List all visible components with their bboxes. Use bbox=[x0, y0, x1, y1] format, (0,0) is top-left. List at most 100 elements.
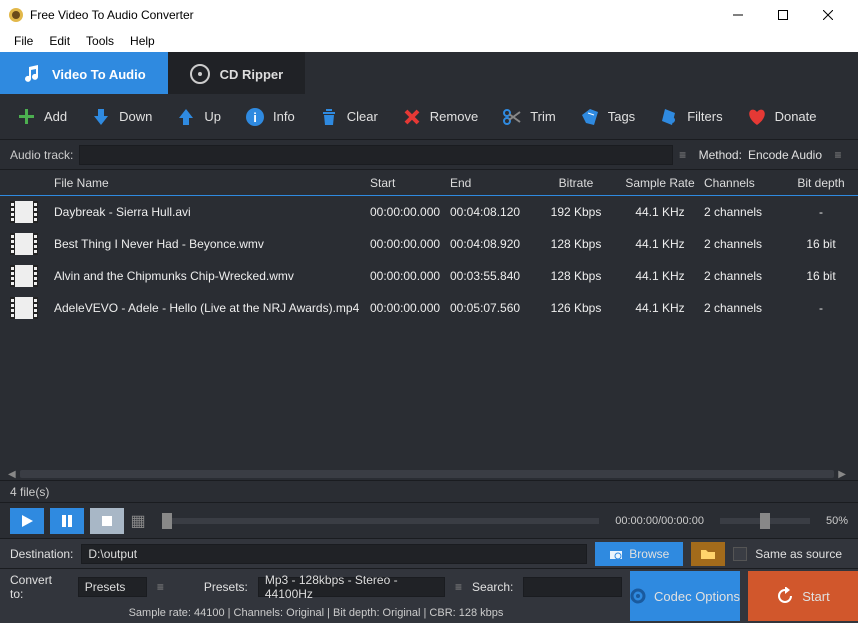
col-channels[interactable]: Channels bbox=[704, 176, 784, 190]
svg-text:i: i bbox=[253, 110, 257, 125]
table-row[interactable]: Daybreak - Sierra Hull.avi00:00:00.00000… bbox=[0, 196, 858, 228]
volume-slider[interactable] bbox=[720, 518, 810, 524]
file-end: 00:05:07.560 bbox=[450, 301, 536, 315]
trash-icon bbox=[319, 107, 339, 127]
scroll-right-icon[interactable]: ▶ bbox=[838, 469, 846, 480]
info-icon: i bbox=[245, 107, 265, 127]
file-end: 00:04:08.120 bbox=[450, 205, 536, 219]
preset-menu-icon[interactable] bbox=[455, 580, 462, 594]
col-end[interactable]: End bbox=[450, 176, 536, 190]
file-bitrate: 126 Kbps bbox=[536, 301, 616, 315]
menu-tools[interactable]: Tools bbox=[80, 32, 120, 50]
preset-select[interactable]: Mp3 - 128kbps - Stereo - 44100Hz bbox=[258, 577, 445, 597]
destination-field[interactable]: D:\output bbox=[81, 544, 587, 564]
up-button[interactable]: Up bbox=[176, 107, 221, 127]
film-icon bbox=[10, 201, 38, 223]
open-folder-button[interactable] bbox=[691, 542, 725, 566]
repeat-icon[interactable]: ▦ bbox=[130, 511, 146, 531]
play-button[interactable] bbox=[10, 508, 44, 534]
audio-track-bar: Audio track: Method: Encode Audio bbox=[0, 140, 858, 170]
disc-icon bbox=[190, 64, 210, 84]
method-menu-icon[interactable] bbox=[828, 148, 848, 162]
column-headers: File Name Start End Bitrate Sample Rate … bbox=[0, 170, 858, 196]
search-field[interactable] bbox=[523, 577, 622, 597]
app-icon bbox=[8, 7, 24, 23]
convert-mode-select[interactable]: Presets bbox=[78, 577, 147, 597]
tab-label: CD Ripper bbox=[220, 67, 284, 82]
tab-cd-ripper[interactable]: CD Ripper bbox=[168, 52, 306, 94]
volume-value: 50% bbox=[826, 515, 848, 527]
file-depth: 16 bit bbox=[784, 269, 858, 283]
status-bar: 4 file(s) bbox=[0, 480, 858, 502]
scissors-icon bbox=[502, 107, 522, 127]
down-button[interactable]: Down bbox=[91, 107, 152, 127]
pause-button[interactable] bbox=[50, 508, 84, 534]
menu-file[interactable]: File bbox=[8, 32, 39, 50]
col-start[interactable]: Start bbox=[370, 176, 450, 190]
codec-options-button[interactable]: Codec Options bbox=[630, 571, 740, 621]
horizontal-scrollbar[interactable]: ◀ ▶ bbox=[0, 468, 858, 480]
close-button[interactable] bbox=[805, 0, 850, 30]
remove-button[interactable]: Remove bbox=[402, 107, 478, 127]
table-row[interactable]: Alvin and the Chipmunks Chip-Wrecked.wmv… bbox=[0, 260, 858, 292]
table-row[interactable]: Best Thing I Never Had - Beyonce.wmv00:0… bbox=[0, 228, 858, 260]
file-name: Daybreak - Sierra Hull.avi bbox=[48, 205, 370, 219]
timecode: 00:00:00/00:00:00 bbox=[615, 515, 704, 527]
file-channels: 2 channels bbox=[704, 301, 784, 315]
maximize-button[interactable] bbox=[760, 0, 805, 30]
convert-to-label: Convert to: bbox=[10, 573, 68, 601]
clear-button[interactable]: Clear bbox=[319, 107, 378, 127]
file-start: 00:00:00.000 bbox=[370, 237, 450, 251]
toolbar: Add Down Up i Info Clear Remove Trim Tag bbox=[0, 94, 858, 140]
film-icon bbox=[10, 297, 38, 319]
settings-summary: Sample rate: 44100 | Channels: Original … bbox=[10, 607, 622, 619]
trim-button[interactable]: Trim bbox=[502, 107, 556, 127]
tab-video-to-audio[interactable]: Video To Audio bbox=[0, 52, 168, 94]
seek-slider[interactable] bbox=[162, 518, 599, 524]
add-button[interactable]: Add bbox=[16, 107, 67, 127]
arrow-up-icon bbox=[176, 107, 196, 127]
scroll-left-icon[interactable]: ◀ bbox=[8, 469, 16, 480]
audio-track-field[interactable] bbox=[79, 145, 672, 165]
menu-help[interactable]: Help bbox=[124, 32, 161, 50]
film-icon bbox=[10, 265, 38, 287]
filters-button[interactable]: Filters bbox=[659, 107, 722, 127]
start-button[interactable]: Start bbox=[748, 571, 858, 621]
stop-button[interactable] bbox=[90, 508, 124, 534]
file-name: AdeleVEVO - Adele - Hello (Live at the N… bbox=[48, 301, 370, 315]
donate-button[interactable]: Donate bbox=[747, 107, 817, 127]
tags-button[interactable]: Tags bbox=[580, 107, 635, 127]
heart-icon bbox=[747, 107, 767, 127]
file-depth: 16 bit bbox=[784, 237, 858, 251]
file-channels: 2 channels bbox=[704, 237, 784, 251]
window-title: Free Video To Audio Converter bbox=[30, 8, 715, 22]
method-label: Method: bbox=[699, 148, 742, 162]
x-icon bbox=[402, 107, 422, 127]
audio-track-menu-icon[interactable] bbox=[673, 148, 693, 162]
titlebar: Free Video To Audio Converter bbox=[0, 0, 858, 30]
method-value[interactable]: Encode Audio bbox=[748, 148, 822, 162]
convert-mode-menu-icon[interactable] bbox=[157, 580, 164, 594]
minimize-button[interactable] bbox=[715, 0, 760, 30]
filter-icon bbox=[659, 107, 679, 127]
file-count: 4 file(s) bbox=[10, 485, 49, 499]
tab-label: Video To Audio bbox=[52, 67, 146, 82]
col-sample[interactable]: Sample Rate bbox=[616, 176, 704, 190]
browse-button[interactable]: Browse bbox=[595, 542, 683, 566]
tabbar: Video To Audio CD Ripper bbox=[0, 52, 858, 94]
file-name: Best Thing I Never Had - Beyonce.wmv bbox=[48, 237, 370, 251]
destination-label: Destination: bbox=[10, 547, 73, 561]
menubar: File Edit Tools Help bbox=[0, 30, 858, 52]
table-row[interactable]: AdeleVEVO - Adele - Hello (Live at the N… bbox=[0, 292, 858, 324]
presets-label: Presets: bbox=[204, 580, 248, 594]
file-start: 00:00:00.000 bbox=[370, 301, 450, 315]
col-filename[interactable]: File Name bbox=[48, 176, 370, 190]
same-as-source-checkbox[interactable] bbox=[733, 547, 747, 561]
player-bar: ▦ 00:00:00/00:00:00 50% bbox=[0, 502, 858, 538]
menu-edit[interactable]: Edit bbox=[43, 32, 76, 50]
col-depth[interactable]: Bit depth bbox=[784, 176, 858, 190]
info-button[interactable]: i Info bbox=[245, 107, 295, 127]
file-sample: 44.1 KHz bbox=[616, 237, 704, 251]
col-bitrate[interactable]: Bitrate bbox=[536, 176, 616, 190]
folder-icon bbox=[700, 547, 716, 561]
